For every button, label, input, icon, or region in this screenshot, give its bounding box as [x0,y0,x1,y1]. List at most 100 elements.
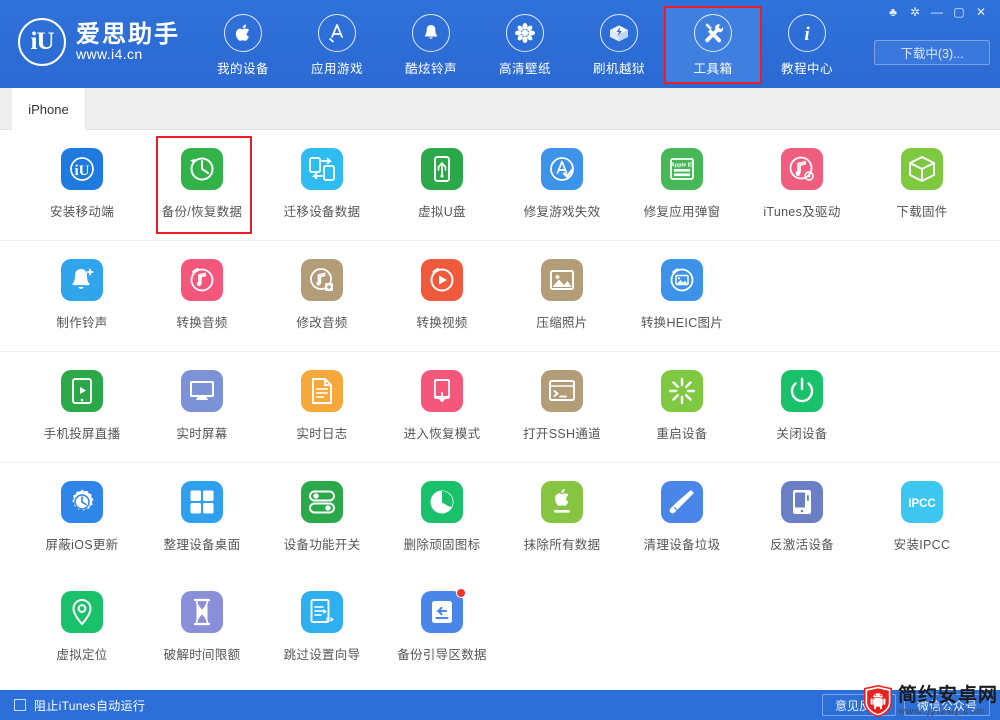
tool-修改音频[interactable]: 修改音频 [262,241,382,351]
tool-跳过设置向导[interactable]: 跳过设置向导 [262,573,382,683]
tool-屏蔽iOS更新[interactable]: 屏蔽iOS更新 [22,463,142,573]
tool-label: 实时屏幕 [176,427,228,441]
tool-label: 压缩照片 [536,316,588,330]
tool-修复应用弹窗[interactable]: Apple ID 修复应用弹窗 [622,130,742,240]
tool-label: 清理设备垃圾 [643,538,721,552]
nav-item-高清壁纸[interactable]: 高清壁纸 [478,8,572,82]
bell-icon [412,14,450,52]
close-icon[interactable]: ✕ [970,2,992,22]
tool-迁移设备数据[interactable]: 迁移设备数据 [262,130,382,240]
nav-item-label: 我的设备 [216,62,269,76]
gear-icon[interactable]: ✲ [904,2,926,22]
tool-label: 转换视频 [416,316,468,330]
android-shield-icon [863,685,892,717]
minimize-icon[interactable]: — [926,2,948,22]
brand-logo: iU 爱思助手 www.i4.cn [18,18,180,66]
tool-label: iTunes及驱动 [763,205,841,219]
tool-label: 关闭设备 [776,427,828,441]
nav-item-教程中心[interactable]: i 教程中心 [760,8,854,82]
heic-convert-icon [661,259,703,301]
device-migrate-icon [301,148,343,190]
tool-整理设备桌面[interactable]: 整理设备桌面 [142,463,262,573]
tool-打开SSH通道[interactable]: 打开SSH通道 [502,352,622,462]
nav-item-应用游戏[interactable]: 应用游戏 [290,8,384,82]
download-status-button[interactable]: 下载中(3)... [874,40,990,65]
nav-item-我的设备[interactable]: 我的设备 [196,8,290,82]
tool-备份/恢复数据[interactable]: 备份/恢复数据 [142,130,262,240]
tool-破解时间限额[interactable]: 破解时间限额 [142,573,262,683]
block-itunes-checkbox[interactable] [14,699,26,711]
ssh-terminal-icon [541,370,583,412]
tool-label: 下载固件 [896,205,948,219]
tool-清理设备垃圾[interactable]: 清理设备垃圾 [622,463,742,573]
tool-设备功能开关[interactable]: 设备功能开关 [262,463,382,573]
tool-row: 制作铃声 转换音频 修改音频 转换视频 压缩照片 转换HEIC图片 [0,241,1000,351]
tool-实时日志[interactable]: 实时日志 [262,352,382,462]
tool-label: 转换HEIC图片 [640,316,724,330]
watermark-title: 简约安卓网 [897,684,998,706]
tool-压缩照片[interactable]: 压缩照片 [502,241,622,351]
nav-item-label: 刷机越狱 [592,62,645,76]
tool-label: 制作铃声 [56,316,108,330]
tool-抹除所有数据[interactable]: 抹除所有数据 [502,463,622,573]
tool-修复游戏失效[interactable]: 修复游戏失效 [502,130,622,240]
backup-boot-icon [421,588,466,633]
usb-drive-icon [421,148,463,190]
tool-label: 迁移设备数据 [283,205,361,219]
tool-备份引导区数据[interactable]: 备份引导区数据 [382,573,502,683]
tool-row: 手机投屏直播 实时屏幕 实时日志 进入恢复模式 打开SSH通道 重启设备 关闭设备 [0,352,1000,462]
tool-手机投屏直播[interactable]: 手机投屏直播 [22,352,142,462]
tool-iTunes及驱动[interactable]: iTunes及驱动 [742,130,862,240]
shirt-icon[interactable]: ♣ [882,2,904,22]
tool-虚拟U盘[interactable]: 虚拟U盘 [382,130,502,240]
tool-转换视频[interactable]: 转换视频 [382,241,502,351]
monitor-icon [181,370,223,412]
tool-虚拟定位[interactable]: 虚拟定位 [22,573,142,683]
site-watermark: 简约安卓网 www.jylzwj.com [863,684,998,718]
nav-item-刷机越狱[interactable]: 刷机越狱 [572,8,666,82]
svg-text:i: i [804,24,810,44]
tool-label: 修改音频 [296,316,348,330]
tool-label: 删除顽固图标 [403,538,481,552]
nav-item-酷炫铃声[interactable]: 酷炫铃声 [384,8,478,82]
tool-转换音频[interactable]: 转换音频 [142,241,262,351]
tool-label: 设备功能开关 [283,538,361,552]
deactivate-device-icon [781,481,823,523]
tool-删除顽固图标[interactable]: 删除顽固图标 [382,463,502,573]
tool-group: 屏蔽iOS更新 整理设备桌面 设备功能开关 删除顽固图标 抹除所有数据 清理设备垃圾 反激活… [0,463,1000,683]
notification-badge [456,588,466,598]
virtual-location-icon [61,591,103,633]
box-flash-icon [600,14,638,52]
tool-进入恢复模式[interactable]: 进入恢复模式 [382,352,502,462]
tool-关闭设备[interactable]: 关闭设备 [742,352,862,462]
delete-stubborn-icon [421,481,463,523]
tool-重启设备[interactable]: 重启设备 [622,352,742,462]
tool-反激活设备[interactable]: 反激活设备 [742,463,862,573]
tool-下载固件[interactable]: 下载固件 [862,130,982,240]
tool-label: 进入恢复模式 [403,427,481,441]
tool-转换HEIC图片[interactable]: 转换HEIC图片 [622,241,742,351]
apple-id-icon: Apple ID [661,148,703,190]
tool-label: 安装移动端 [49,205,114,219]
tool-安装移动端[interactable]: iU 安装移动端 [22,130,142,240]
tool-安装IPCC[interactable]: IPCC 安装IPCC [862,463,982,573]
tool-label: 虚拟U盘 [418,205,466,219]
nav-item-label: 高清壁纸 [498,62,551,76]
maximize-icon[interactable]: ▢ [948,2,970,22]
tool-label: 安装IPCC [893,538,951,552]
nav-item-工具箱[interactable]: 工具箱 [664,6,762,84]
block-itunes-label: 阻止iTunes自动运行 [34,698,146,713]
brand-url: www.i4.cn [76,46,143,63]
tool-label: 重启设备 [656,427,708,441]
tab-iphone[interactable]: iPhone [12,88,86,130]
appstore-check-icon [541,148,583,190]
tool-制作铃声[interactable]: 制作铃声 [22,241,142,351]
ringtone-bell-plus-icon [61,259,103,301]
tool-label: 整理设备桌面 [163,538,241,552]
svg-text:Apple ID: Apple ID [671,163,693,169]
device-tabstrip: iPhone [0,88,1000,130]
firmware-cube-icon [901,148,943,190]
app-header: iU 爱思助手 www.i4.cn 我的设备 应用游戏 酷炫铃声 高清壁纸 刷机越狱 工具… [0,0,1000,88]
log-document-icon [301,370,343,412]
tool-实时屏幕[interactable]: 实时屏幕 [142,352,262,462]
